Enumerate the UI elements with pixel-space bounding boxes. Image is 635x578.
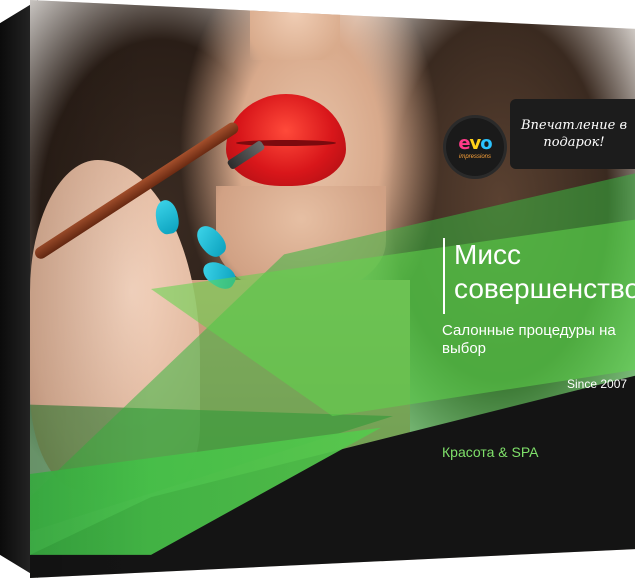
tagline-text: Впечатление в подарок! xyxy=(520,118,628,150)
category-label: Красота & SPA xyxy=(442,444,539,460)
product-title: Мисс совершенство xyxy=(454,239,635,304)
title-divider xyxy=(443,238,445,314)
product-subtitle: Салонные процедуры на выбор xyxy=(442,322,616,357)
logo-subtitle: impressions xyxy=(458,153,491,160)
tagline-box: Впечатление в подарок! xyxy=(510,99,635,169)
box-front-cover: evo impressions Впечатление в подарок! М… xyxy=(30,0,635,578)
photo-nose xyxy=(250,0,340,60)
evo-logo-icon: evo impressions xyxy=(446,118,504,176)
since-label: Since 2007 xyxy=(567,377,628,391)
gift-box: evo impressions Впечатление в подарок! М… xyxy=(0,0,635,578)
logo-wordmark: evo xyxy=(458,132,492,154)
